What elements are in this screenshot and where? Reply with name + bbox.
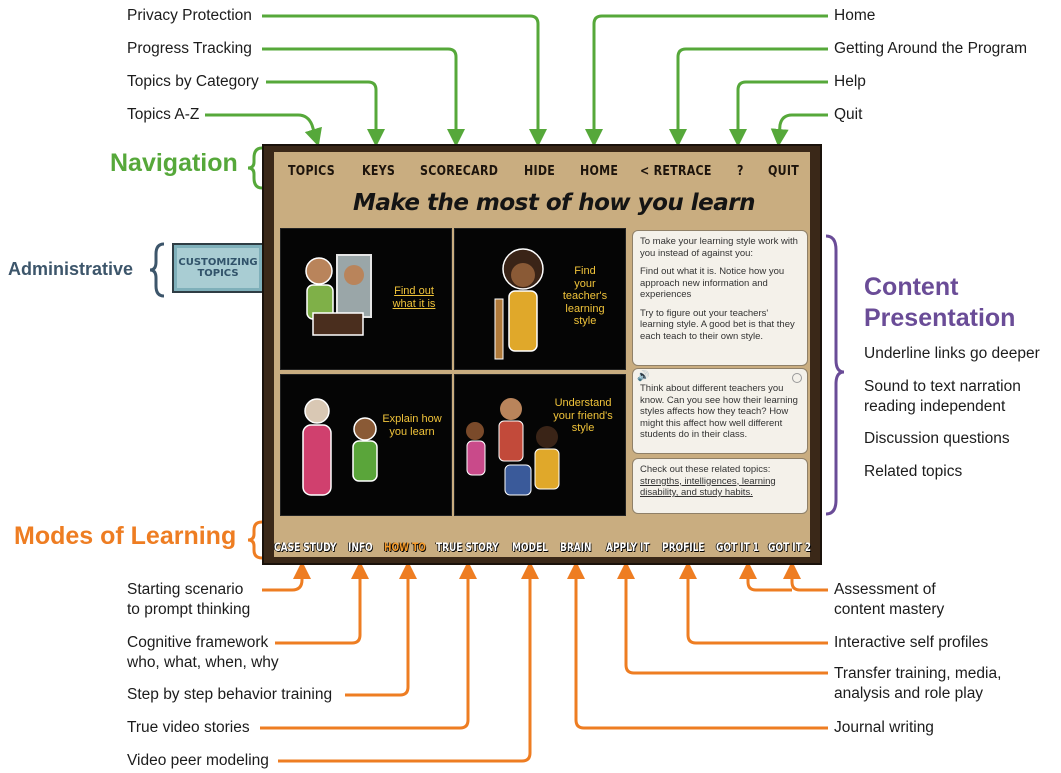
label-privacy-protection: Privacy Protection — [127, 7, 252, 24]
panel1-para1: To make your learning style work with yo… — [640, 236, 798, 259]
tile-friends-style[interactable]: Understand your friend's style — [454, 374, 626, 516]
arrow-privacy — [262, 14, 547, 147]
arrow-profiles — [679, 561, 828, 645]
label-starting-scenario: Starting scenario to prompt thinking — [127, 581, 251, 618]
tile3-illustration — [302, 398, 378, 496]
panel1-para2: Find out what it is. Notice how you appr… — [640, 266, 785, 300]
tile-explain[interactable]: Explain how you learn — [280, 374, 452, 516]
administrative-brace — [149, 242, 165, 298]
tile1-illustration — [305, 254, 372, 336]
mode-apply-it[interactable]: APPLY IT — [606, 540, 649, 554]
arrow-home — [585, 14, 828, 147]
label-topics-a-z: Topics A-Z — [127, 106, 200, 123]
category-content-presentation: Content Presentation — [864, 273, 1016, 332]
arrow-category — [266, 80, 385, 147]
content-brace — [825, 234, 845, 516]
label-help: Help — [834, 73, 866, 90]
mode-profile[interactable]: PROFILE — [662, 540, 704, 554]
nav-home[interactable]: HOME — [580, 164, 618, 179]
label-topics-by-category: Topics by Category — [127, 73, 259, 90]
modes-brace — [247, 520, 263, 560]
label-true-video-stories: True video stories — [127, 719, 250, 736]
mode-info[interactable]: INFO — [348, 540, 373, 554]
nav-bar: TOPICS KEYS SCORECARD HIDE HOME < RETRAC… — [274, 152, 810, 188]
nav-help[interactable]: ? — [737, 164, 744, 179]
panel3-intro: Check out these related topics: — [640, 464, 771, 475]
arrow-getting-around — [669, 47, 828, 147]
mode-model[interactable]: MODEL — [512, 540, 548, 554]
mode-got-it-2[interactable]: GOT IT 2 — [768, 540, 811, 554]
feature-sound-narration: Sound to text narration reading independ… — [864, 378, 1021, 415]
tile2-text: Find your teacher's learning style — [562, 265, 608, 327]
tile-teachers-style[interactable]: Find your teacher's learning style — [454, 228, 626, 370]
category-navigation: Navigation — [110, 149, 238, 177]
content-panel-intro: To make your learning style work with yo… — [632, 230, 808, 366]
arrow-progress — [262, 47, 465, 147]
arrow-transfer — [617, 561, 828, 675]
nav-topics[interactable]: TOPICS — [288, 164, 335, 179]
arrow-journal — [567, 561, 828, 730]
nav-retrace[interactable]: < RETRACE — [640, 164, 712, 179]
category-administrative: Administrative — [8, 259, 134, 279]
nav-keys[interactable]: KEYS — [362, 164, 395, 179]
content-panel-related: Check out these related topics: strength… — [632, 458, 808, 514]
navigation-brace — [247, 146, 263, 190]
arrow-az — [205, 113, 322, 147]
mode-how-to[interactable]: HOW TO — [384, 540, 426, 554]
arrow-step — [345, 561, 417, 697]
customizing-topics-label: CUSTOMIZING TOPICS — [178, 257, 258, 279]
tile2-illustration — [494, 248, 544, 360]
label-journal-writing: Journal writing — [834, 719, 934, 736]
feature-discussion-questions: Discussion questions — [864, 430, 1010, 447]
mode-true-story[interactable]: TRUE STORY — [436, 540, 499, 554]
content-panel-discussion: 🔊 Think about different teachers you kno… — [632, 368, 808, 454]
panel1-para3: Try to figure out your teachers' learnin… — [640, 307, 795, 342]
arrow-video — [278, 561, 539, 763]
tile4-text: Understand your friend's style — [553, 397, 613, 434]
customizing-topics-button[interactable]: CUSTOMIZING TOPICS — [172, 243, 264, 293]
app-screen: TOPICS KEYS SCORECARD HIDE HOME < RETRAC… — [264, 146, 820, 563]
speaker-icon[interactable]: 🔊 — [637, 371, 649, 383]
arrow-starting — [262, 561, 311, 592]
panel2-text: Think about different teachers you know.… — [640, 383, 798, 440]
mode-brain[interactable]: BRAIN — [560, 540, 592, 554]
nav-quit[interactable]: QUIT — [768, 164, 799, 179]
label-getting-around: Getting Around the Program — [834, 40, 1028, 57]
radio-circle-icon[interactable] — [792, 373, 802, 383]
label-transfer-training: Transfer training, media, analysis and r… — [834, 665, 1002, 702]
arrow-assessment2 — [739, 561, 792, 592]
nav-hide[interactable]: HIDE — [524, 164, 555, 179]
mode-got-it-1[interactable]: GOT IT 1 — [716, 540, 759, 554]
feature-underline-links: Underline links go deeper — [864, 345, 1040, 362]
tile-find-out[interactable]: Find out what it is — [280, 228, 452, 370]
page-heading: Make the most of how you learn — [352, 190, 756, 216]
arrow-assessment — [783, 561, 828, 592]
label-step-by-step: Step by step behavior training — [127, 686, 333, 703]
label-cognitive-framework: Cognitive framework who, what, when, why — [127, 634, 279, 671]
label-quit: Quit — [834, 106, 863, 123]
label-interactive-profiles: Interactive self profiles — [834, 634, 989, 651]
arrow-quit — [770, 113, 828, 147]
category-modes-of-learning: Modes of Learning — [14, 522, 237, 550]
tile3-text: Explain how you learn — [382, 413, 442, 438]
mode-case-study[interactable]: CASE STUDY — [274, 540, 336, 554]
arrow-help — [729, 80, 828, 147]
parchment-background: TOPICS KEYS SCORECARD HIDE HOME < RETRAC… — [274, 152, 810, 557]
tile1-link[interactable]: Find out what it is — [385, 285, 443, 310]
label-progress-tracking: Progress Tracking — [127, 40, 252, 57]
modes-bar: CASE STUDY INFO HOW TO TRUE STORY MODEL … — [264, 534, 820, 558]
arrow-cognitive — [275, 561, 369, 645]
nav-scorecard[interactable]: SCORECARD — [420, 164, 498, 179]
label-assessment: Assessment of content mastery — [834, 581, 945, 618]
feature-related-topics: Related topics — [864, 463, 963, 480]
label-video-peer-modeling: Video peer modeling — [127, 752, 269, 769]
panel3-related-links[interactable]: strengths, intelligences, learning disab… — [640, 476, 776, 499]
label-home: Home — [834, 7, 876, 24]
